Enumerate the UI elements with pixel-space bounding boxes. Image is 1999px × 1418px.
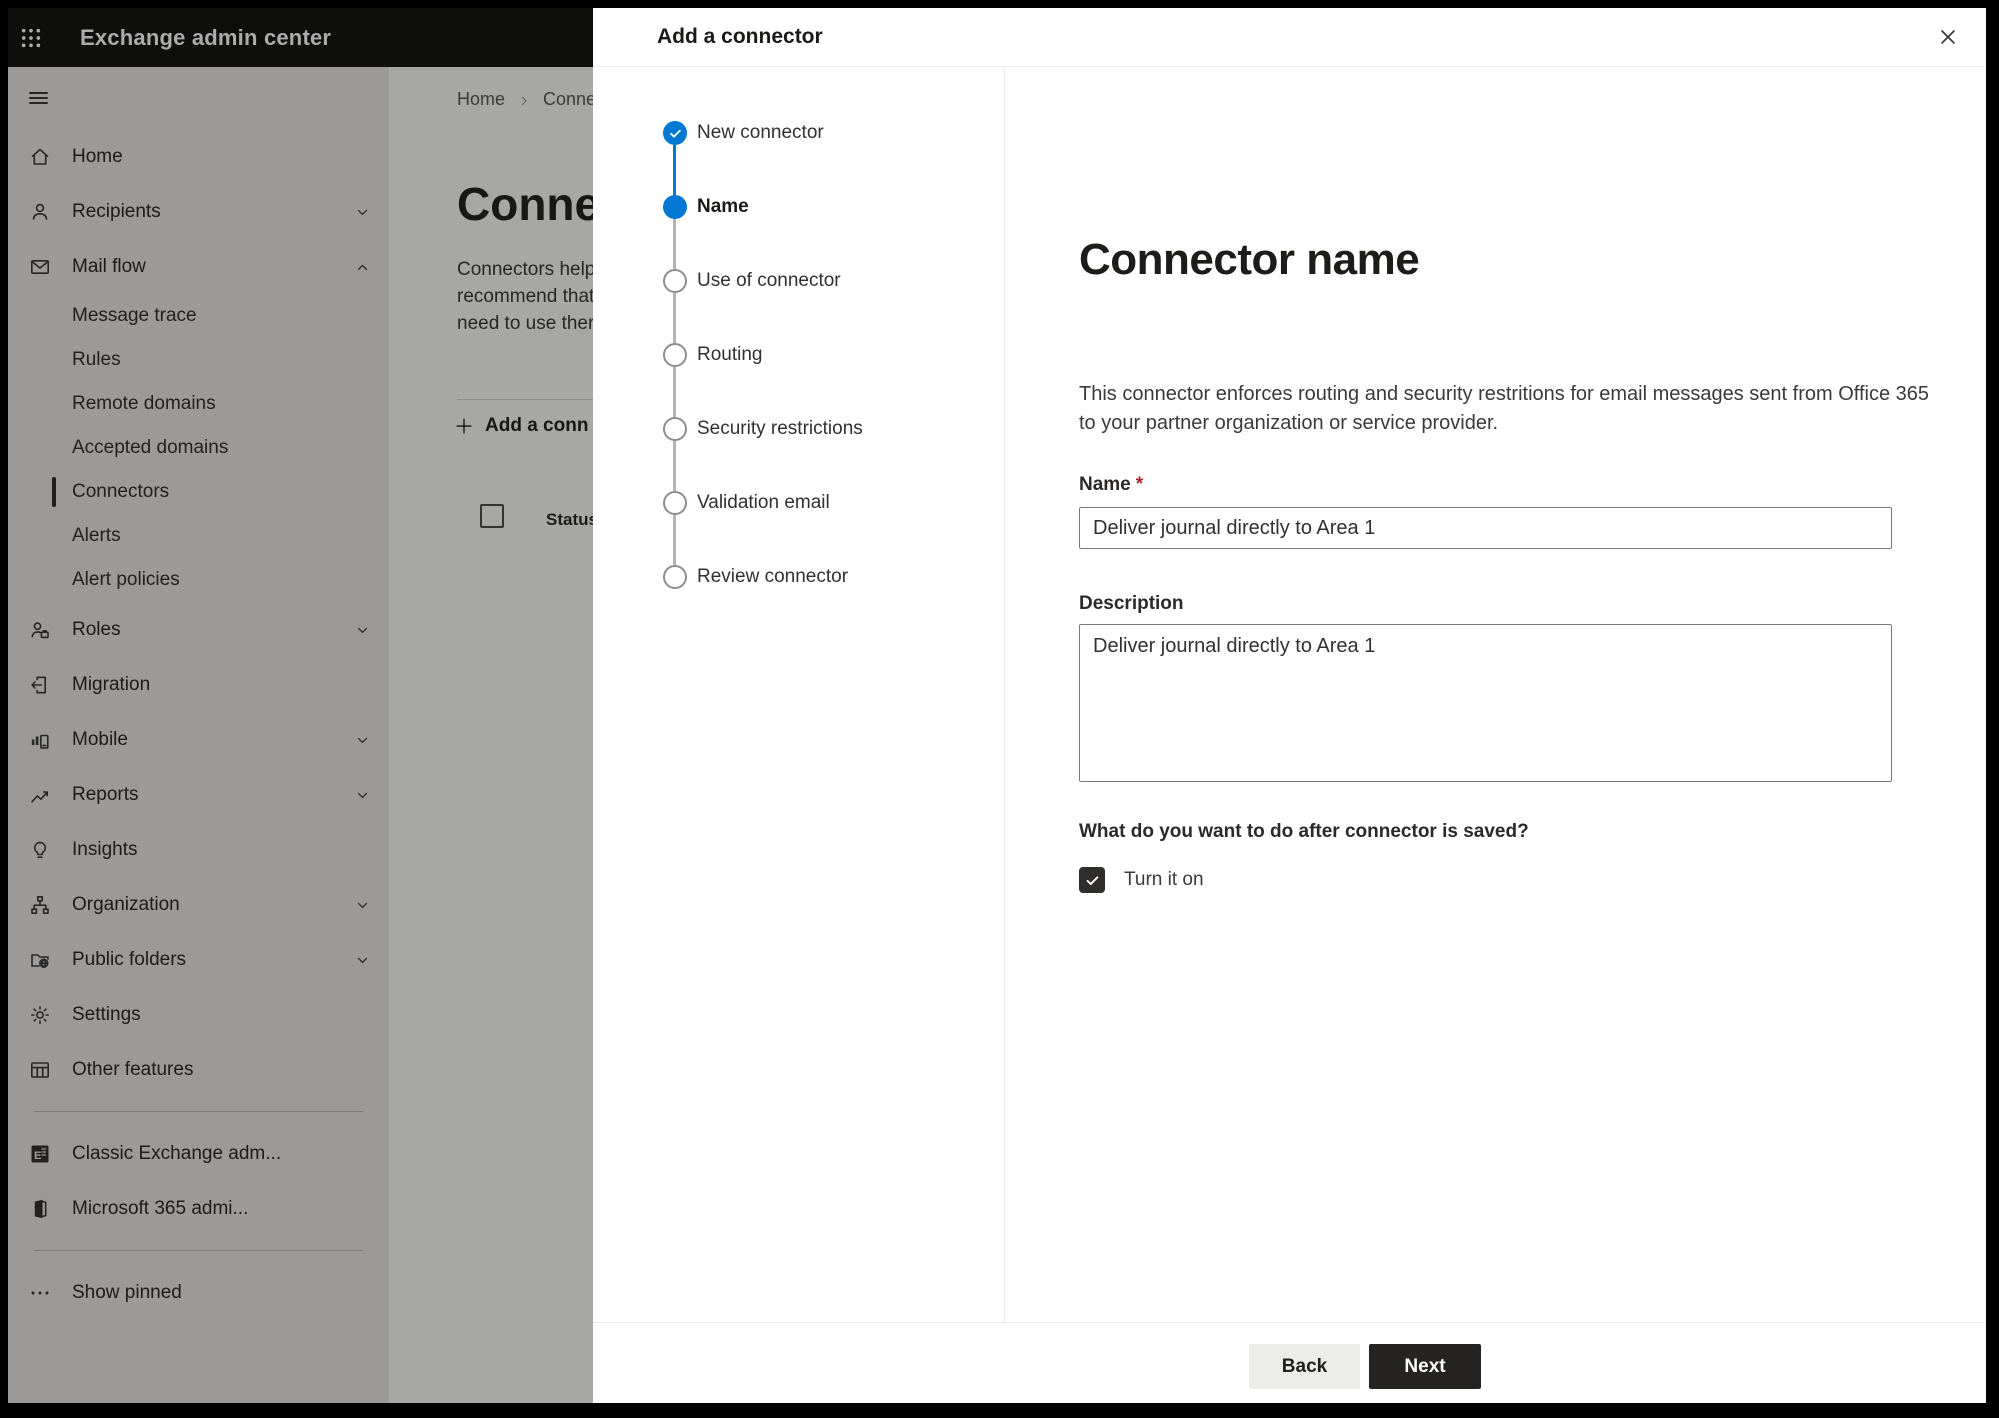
dialog-body: New connector Name Use of connector Routing… <box>593 67 1986 1322</box>
wizard-step-label: New connector <box>697 122 824 143</box>
wizard-step-label: Name <box>697 196 749 217</box>
wizard-step-use-of-connector: Use of connector <box>663 269 1004 293</box>
wizard-content: Connector name This connector enforces r… <box>1005 67 1986 1322</box>
description-label: Description <box>1079 593 1184 614</box>
step-upcoming-icon <box>663 269 687 293</box>
wizard-step-label: Routing <box>697 344 763 365</box>
next-button[interactable]: Next <box>1369 1344 1481 1389</box>
step-connector-line <box>673 145 676 195</box>
add-connector-dialog: Add a connector New connector Name Use of … <box>593 8 1986 1403</box>
step-current-icon <box>663 195 687 219</box>
step-connector-line <box>673 293 676 343</box>
description-textarea[interactable]: Deliver journal directly to Area 1 <box>1079 624 1892 782</box>
wizard-step-name: Name <box>663 195 1004 219</box>
step-connector-line <box>673 515 676 565</box>
required-marker: * <box>1135 474 1144 495</box>
step-upcoming-icon <box>663 491 687 515</box>
step-upcoming-icon <box>663 343 687 367</box>
dialog-footer: Back Next <box>593 1322 1986 1403</box>
close-button[interactable] <box>1928 17 1968 57</box>
wizard-step-label: Use of connector <box>697 270 841 291</box>
step-completed-icon <box>663 121 687 145</box>
turn-it-on-label: Turn it on <box>1124 869 1204 890</box>
wizard-step-label: Review connector <box>697 566 849 587</box>
wizard-step-routing: Routing <box>663 343 1004 367</box>
wizard-step-new-connector: New connector <box>663 121 1004 145</box>
step-connector-line <box>673 219 676 269</box>
wizard-step-label: Validation email <box>697 492 830 513</box>
step-connector-line <box>673 441 676 491</box>
wizard-step-validation-email: Validation email <box>663 491 1004 515</box>
close-icon <box>1936 25 1960 49</box>
wizard-step-security-restrictions: Security restrictions <box>663 417 1004 441</box>
name-input[interactable] <box>1079 507 1892 549</box>
app-window: Exchange admin center Home Recipients Mail… <box>8 8 1986 1403</box>
screenshot-frame: Exchange admin center Home Recipients Mail… <box>0 0 1999 1418</box>
checkmark-icon <box>1084 872 1101 889</box>
dialog-title: Add a connector <box>657 25 823 48</box>
dialog-header: Add a connector <box>593 8 1986 67</box>
content-heading: Connector name <box>1079 235 1420 284</box>
step-upcoming-icon <box>663 417 687 441</box>
step-connector-line <box>673 367 676 417</box>
step-upcoming-icon <box>663 565 687 589</box>
turn-it-on-checkbox[interactable] <box>1079 867 1105 893</box>
wizard-steps: New connector Name Use of connector Routing… <box>593 67 1005 1322</box>
wizard-step-review-connector: Review connector <box>663 565 1004 589</box>
back-button[interactable]: Back <box>1249 1344 1360 1389</box>
after-save-question: What do you want to do after connector i… <box>1079 821 1529 842</box>
wizard-step-label: Security restrictions <box>697 418 863 439</box>
turn-it-on-row: Turn it on <box>1079 867 1204 893</box>
name-label: Name * <box>1079 474 1144 495</box>
content-description: This connector enforces routing and secu… <box>1079 383 1930 434</box>
